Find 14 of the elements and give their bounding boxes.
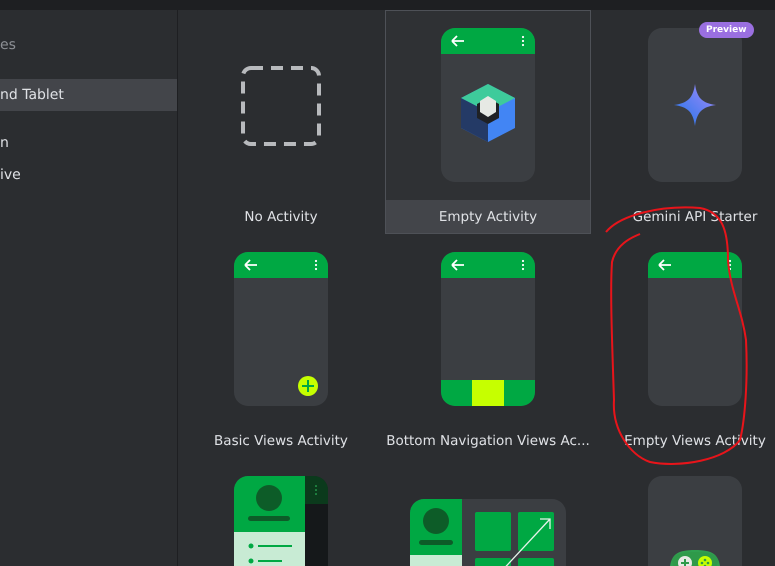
sidebar-heading: es [0, 36, 17, 55]
template-card[interactable]: No Activity [178, 10, 384, 234]
template-name: No Activity [243, 208, 319, 227]
template-card[interactable]: Basic Views Activity [178, 234, 384, 458]
template-name: Empty Activity [386, 200, 590, 233]
sidebar-item[interactable]: n [0, 127, 177, 159]
template-name: Basic Views Activity [213, 432, 349, 450]
dashed-square-icon [241, 66, 321, 146]
template-card[interactable]: Bottom Navigation Views Ac... [385, 234, 591, 458]
preview-badge: Preview [699, 22, 754, 38]
sidebar-item[interactable]: ive [0, 159, 177, 191]
sidebar-item[interactable]: nd Tablet [0, 79, 177, 111]
template-name: Bottom Navigation Views Ac... [386, 432, 590, 450]
template-card[interactable]: Empty Activity [385, 10, 591, 234]
